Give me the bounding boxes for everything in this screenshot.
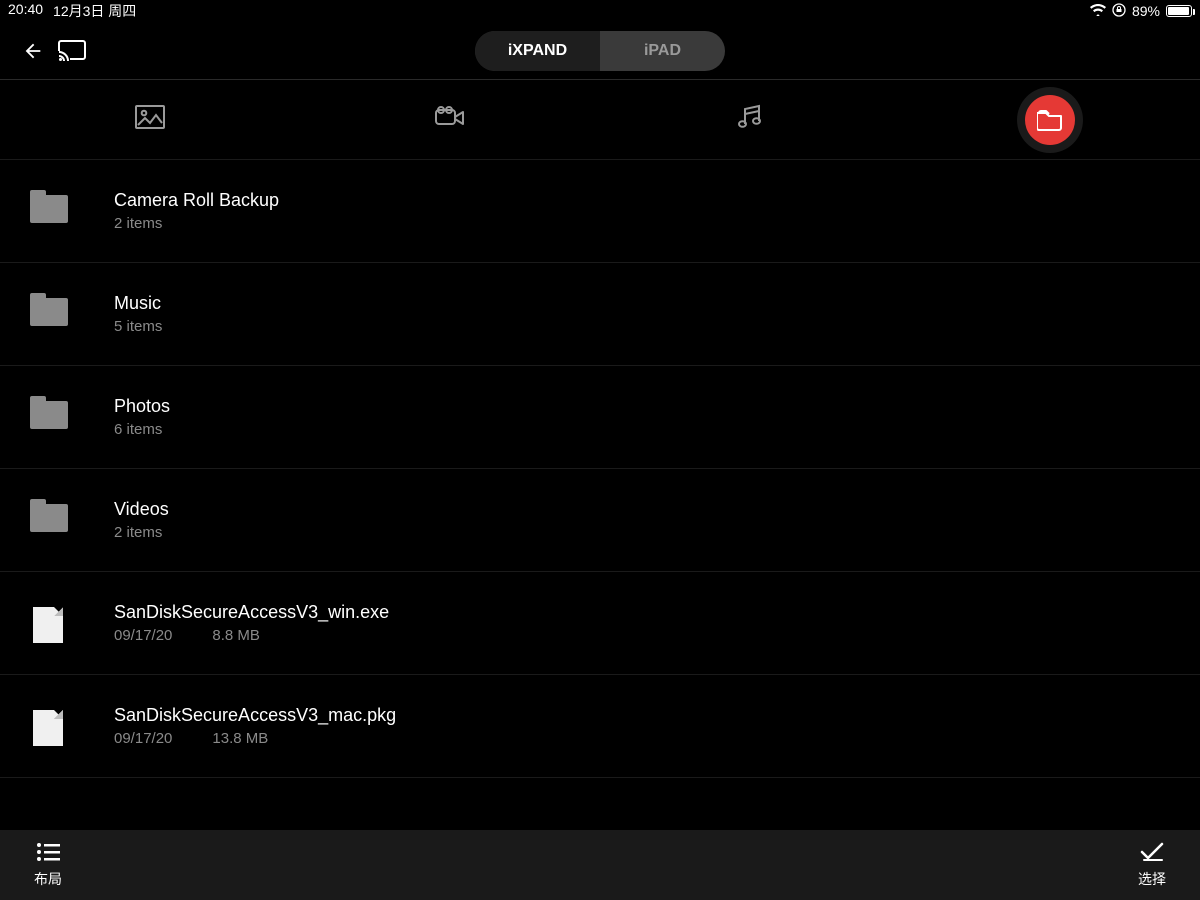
select-button[interactable]: 选择 <box>1138 842 1166 889</box>
file-icon <box>33 710 63 746</box>
segment-ixpand[interactable]: iXPAND <box>475 31 600 71</box>
list-item[interactable]: SanDiskSecureAccessV3_mac.pkg 09/17/20 1… <box>0 675 1200 778</box>
layout-label: 布局 <box>34 869 62 889</box>
item-sub: 5 items <box>114 318 162 335</box>
item-size: 8.8 MB <box>212 627 260 644</box>
item-sub: 2 items <box>114 524 162 541</box>
item-title: SanDiskSecureAccessV3_win.exe <box>114 602 389 623</box>
select-label: 选择 <box>1138 869 1166 889</box>
tab-videos[interactable] <box>300 80 600 159</box>
music-icon <box>737 104 763 135</box>
layout-button[interactable]: 布局 <box>34 842 62 889</box>
category-tabs <box>0 80 1200 160</box>
wifi-icon <box>1090 3 1106 19</box>
tab-files[interactable] <box>900 80 1200 159</box>
image-icon <box>135 105 165 134</box>
list-item[interactable]: Photos 6 items <box>0 366 1200 469</box>
tab-music[interactable] <box>600 80 900 159</box>
video-icon <box>435 106 465 133</box>
item-date: 09/17/20 <box>114 627 172 644</box>
item-title: SanDiskSecureAccessV3_mac.pkg <box>114 705 396 726</box>
item-title: Photos <box>114 396 170 417</box>
tab-photos[interactable] <box>0 80 300 159</box>
folder-icon <box>30 401 68 429</box>
status-time: 20:40 <box>8 1 43 21</box>
folder-icon <box>30 298 68 326</box>
status-date: 12月3日 周四 <box>53 1 136 21</box>
item-size: 13.8 MB <box>212 730 268 747</box>
item-sub: 6 items <box>114 421 162 438</box>
bottom-toolbar: 布局 选择 <box>0 830 1200 900</box>
list-icon <box>36 842 60 865</box>
back-button[interactable] <box>22 40 44 62</box>
item-sub: 2 items <box>114 215 162 232</box>
folder-icon <box>1025 95 1075 145</box>
status-bar: 20:40 12月3日 周四 89% <box>0 0 1200 22</box>
list-item[interactable]: Videos 2 items <box>0 469 1200 572</box>
segment-ipad[interactable]: iPAD <box>600 31 725 71</box>
folder-icon <box>30 504 68 532</box>
check-icon <box>1140 842 1164 865</box>
list-item[interactable]: SanDiskSecureAccessV3_win.exe 09/17/20 8… <box>0 572 1200 675</box>
top-nav: iXPAND iPAD <box>0 22 1200 80</box>
cast-icon[interactable] <box>58 40 86 62</box>
file-list[interactable]: Camera Roll Backup 2 items Music 5 items… <box>0 160 1200 830</box>
list-item[interactable]: Music 5 items <box>0 263 1200 366</box>
lock-rotation-icon <box>1112 3 1126 20</box>
battery-icon <box>1166 5 1192 17</box>
item-title: Music <box>114 293 162 314</box>
battery-percent: 89% <box>1132 3 1160 19</box>
storage-segment: iXPAND iPAD <box>475 31 725 71</box>
item-title: Camera Roll Backup <box>114 190 279 211</box>
file-icon <box>33 607 63 643</box>
item-title: Videos <box>114 499 169 520</box>
item-date: 09/17/20 <box>114 730 172 747</box>
list-item[interactable]: Camera Roll Backup 2 items <box>0 160 1200 263</box>
folder-icon <box>30 195 68 223</box>
list-item[interactable] <box>0 778 1200 830</box>
